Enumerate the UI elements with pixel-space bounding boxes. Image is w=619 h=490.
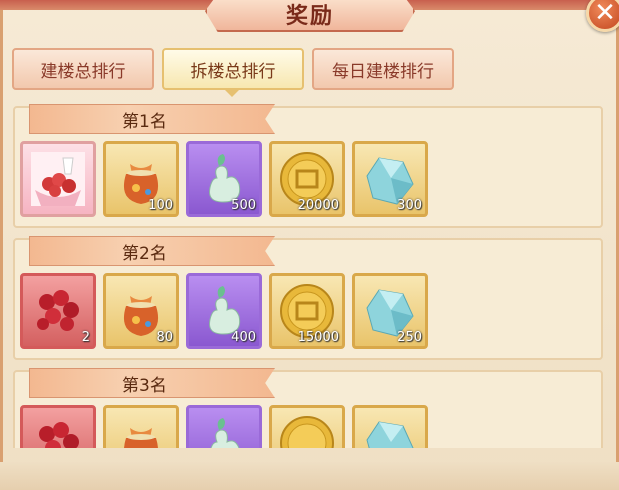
rank-row: 第2名 2 80 400 15000 250	[13, 236, 603, 360]
reward-item[interactable]	[103, 405, 179, 448]
active-tab-indicator	[223, 88, 241, 97]
reward-item[interactable]: 2	[20, 273, 96, 349]
reward-item[interactable]: 80	[103, 273, 179, 349]
rank-label: 第3名	[29, 368, 275, 398]
reward-item[interactable]: 400	[186, 273, 262, 349]
rank-label: 第2名	[29, 236, 275, 266]
reward-item[interactable]: 20000	[269, 141, 345, 217]
reward-item[interactable]: 250	[352, 273, 428, 349]
reward-items	[20, 405, 428, 448]
reward-item[interactable]: 15000	[269, 273, 345, 349]
panel-footer	[0, 462, 619, 490]
rose-bouquet-gift-icon	[31, 152, 85, 206]
tab-label: 拆楼总排行	[190, 61, 276, 82]
treasure-bag-icon	[124, 428, 158, 448]
close-icon: ✕	[594, 0, 616, 28]
item-quantity: 100	[148, 198, 173, 213]
item-quantity: 300	[397, 198, 422, 213]
reward-item[interactable]: 500	[186, 141, 262, 217]
tab-demolish-total-ranking[interactable]: 拆楼总排行	[162, 48, 304, 90]
reward-item[interactable]	[269, 405, 345, 448]
gold-coin-icon	[280, 416, 334, 448]
reward-item[interactable]	[352, 405, 428, 448]
tab-build-total-ranking[interactable]: 建楼总排行	[12, 48, 154, 90]
tab-label: 每日建楼排行	[332, 61, 434, 82]
reward-item[interactable]	[20, 405, 96, 448]
item-quantity: 15000	[297, 330, 339, 345]
reward-item[interactable]: 300	[352, 141, 428, 217]
item-quantity: 2	[81, 330, 90, 345]
page-title: 奖励	[285, 4, 334, 29]
jade-gourd-icon	[210, 418, 240, 448]
item-quantity: 500	[231, 198, 256, 213]
item-quantity: 400	[231, 330, 256, 345]
reward-list[interactable]: 第1名 100 500 20000 300 第2名 2 80 400 15000…	[10, 98, 609, 448]
rank-row: 第3名	[13, 368, 603, 448]
tab-daily-build-ranking[interactable]: 每日建楼排行	[312, 48, 454, 90]
crystal-gem-icon	[366, 421, 414, 448]
reward-item[interactable]: 100	[103, 141, 179, 217]
item-quantity: 80	[156, 330, 173, 345]
reward-item[interactable]	[20, 141, 96, 217]
rank-row: 第1名 100 500 20000 300	[13, 104, 603, 228]
item-quantity: 20000	[297, 198, 339, 213]
reward-item[interactable]	[186, 405, 262, 448]
reward-items: 100 500 20000 300	[20, 141, 428, 217]
reward-items: 2 80 400 15000 250	[20, 273, 428, 349]
rank-label: 第1名	[29, 104, 275, 134]
rose-bouquet-icon	[39, 422, 79, 448]
title-plate: 奖励	[205, 0, 415, 32]
item-quantity: 250	[397, 330, 422, 345]
tab-label: 建楼总排行	[40, 61, 126, 82]
